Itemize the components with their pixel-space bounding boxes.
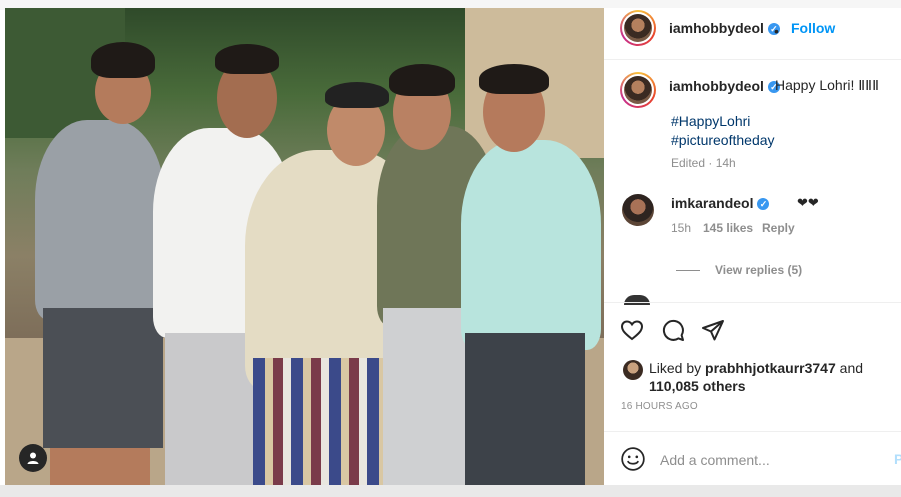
post-timestamp: 16 HOURS AGO bbox=[621, 401, 698, 412]
post-comment-button[interactable]: P bbox=[894, 451, 901, 467]
photo-person-hair bbox=[215, 44, 279, 74]
photo-person bbox=[461, 140, 601, 350]
view-replies-divider bbox=[676, 270, 700, 271]
caption-author-avatar[interactable] bbox=[620, 72, 656, 108]
photo-person bbox=[35, 120, 165, 320]
photo-person-legs bbox=[383, 308, 473, 485]
commenter-avatar[interactable] bbox=[622, 194, 654, 226]
photo-person-legs bbox=[465, 333, 585, 485]
next-comment-avatar bbox=[624, 295, 650, 305]
liker-username[interactable]: prabhhjotkaurr3747 bbox=[705, 360, 836, 376]
photo-person-legs bbox=[253, 358, 383, 485]
author-username[interactable]: iamhobbydeol ✓ bbox=[669, 20, 780, 36]
hashtag-pictureoftheday[interactable]: #pictureoftheday bbox=[671, 132, 775, 148]
verified-badge-icon: ✓ bbox=[757, 198, 770, 211]
view-replies-button[interactable]: View replies (5) bbox=[715, 263, 802, 277]
comment-likes[interactable]: 145 likes bbox=[703, 221, 753, 235]
likes-count[interactable]: 110,085 others bbox=[649, 378, 746, 394]
hashtag-happylohri[interactable]: #HappyLohri bbox=[671, 113, 750, 129]
separator-dot: • bbox=[774, 23, 779, 39]
author-username-text[interactable]: iamhobbydeol bbox=[669, 20, 764, 36]
caption-username-text[interactable]: iamhobbydeol bbox=[669, 78, 764, 94]
browser-bottom-strip bbox=[0, 485, 901, 497]
follow-button[interactable]: Follow bbox=[791, 20, 835, 36]
actions-divider bbox=[604, 302, 901, 303]
photo-person-legs bbox=[43, 308, 163, 448]
comment-time: 15h bbox=[671, 221, 692, 235]
comment-icon[interactable] bbox=[661, 318, 685, 342]
share-icon[interactable] bbox=[701, 318, 725, 342]
liker-avatar[interactable] bbox=[623, 360, 643, 380]
photo-person-hair bbox=[91, 42, 155, 78]
likes-prefix: Liked by bbox=[649, 360, 706, 376]
caption-message: Happy Lohri! bbox=[775, 77, 859, 93]
caption-text: Happy Lohri! ⅡⅡⅡ bbox=[775, 77, 879, 94]
post-photo[interactable] bbox=[5, 8, 604, 485]
add-comment-input[interactable] bbox=[660, 450, 870, 470]
caption-edited-time: Edited · 14h bbox=[671, 156, 736, 170]
user-tag-icon[interactable] bbox=[19, 444, 47, 472]
commenter-username-text[interactable]: imkarandeol bbox=[671, 195, 753, 211]
post-header: iamhobbydeol ✓ • Follow bbox=[604, 8, 901, 60]
photo-person-legs bbox=[50, 448, 150, 485]
caption-username[interactable]: iamhobbydeol ✓ bbox=[669, 78, 780, 94]
author-avatar[interactable] bbox=[620, 10, 656, 46]
caption-emoji: ⅡⅡⅡ bbox=[858, 77, 879, 93]
user-tag-glyph bbox=[27, 452, 39, 464]
comment-reply-button[interactable]: Reply bbox=[762, 221, 795, 235]
comment-text: ❤❤ bbox=[797, 195, 819, 210]
heart-icon[interactable] bbox=[620, 318, 644, 342]
photo-person-hair bbox=[479, 64, 549, 94]
photo-person-hair bbox=[389, 64, 455, 96]
emoji-icon[interactable] bbox=[620, 446, 646, 472]
photo-person-cap bbox=[325, 82, 389, 108]
likes-summary: Liked by prabhhjotkaurr3747 and 110,085 … bbox=[649, 359, 889, 395]
post-side-panel: iamhobbydeol ✓ • Follow iamhobbydeol ✓ Hap… bbox=[604, 8, 901, 485]
add-comment-bar: P bbox=[604, 431, 901, 485]
likes-middle: and bbox=[835, 360, 864, 376]
commenter-username[interactable]: imkarandeol ✓ bbox=[671, 195, 770, 211]
